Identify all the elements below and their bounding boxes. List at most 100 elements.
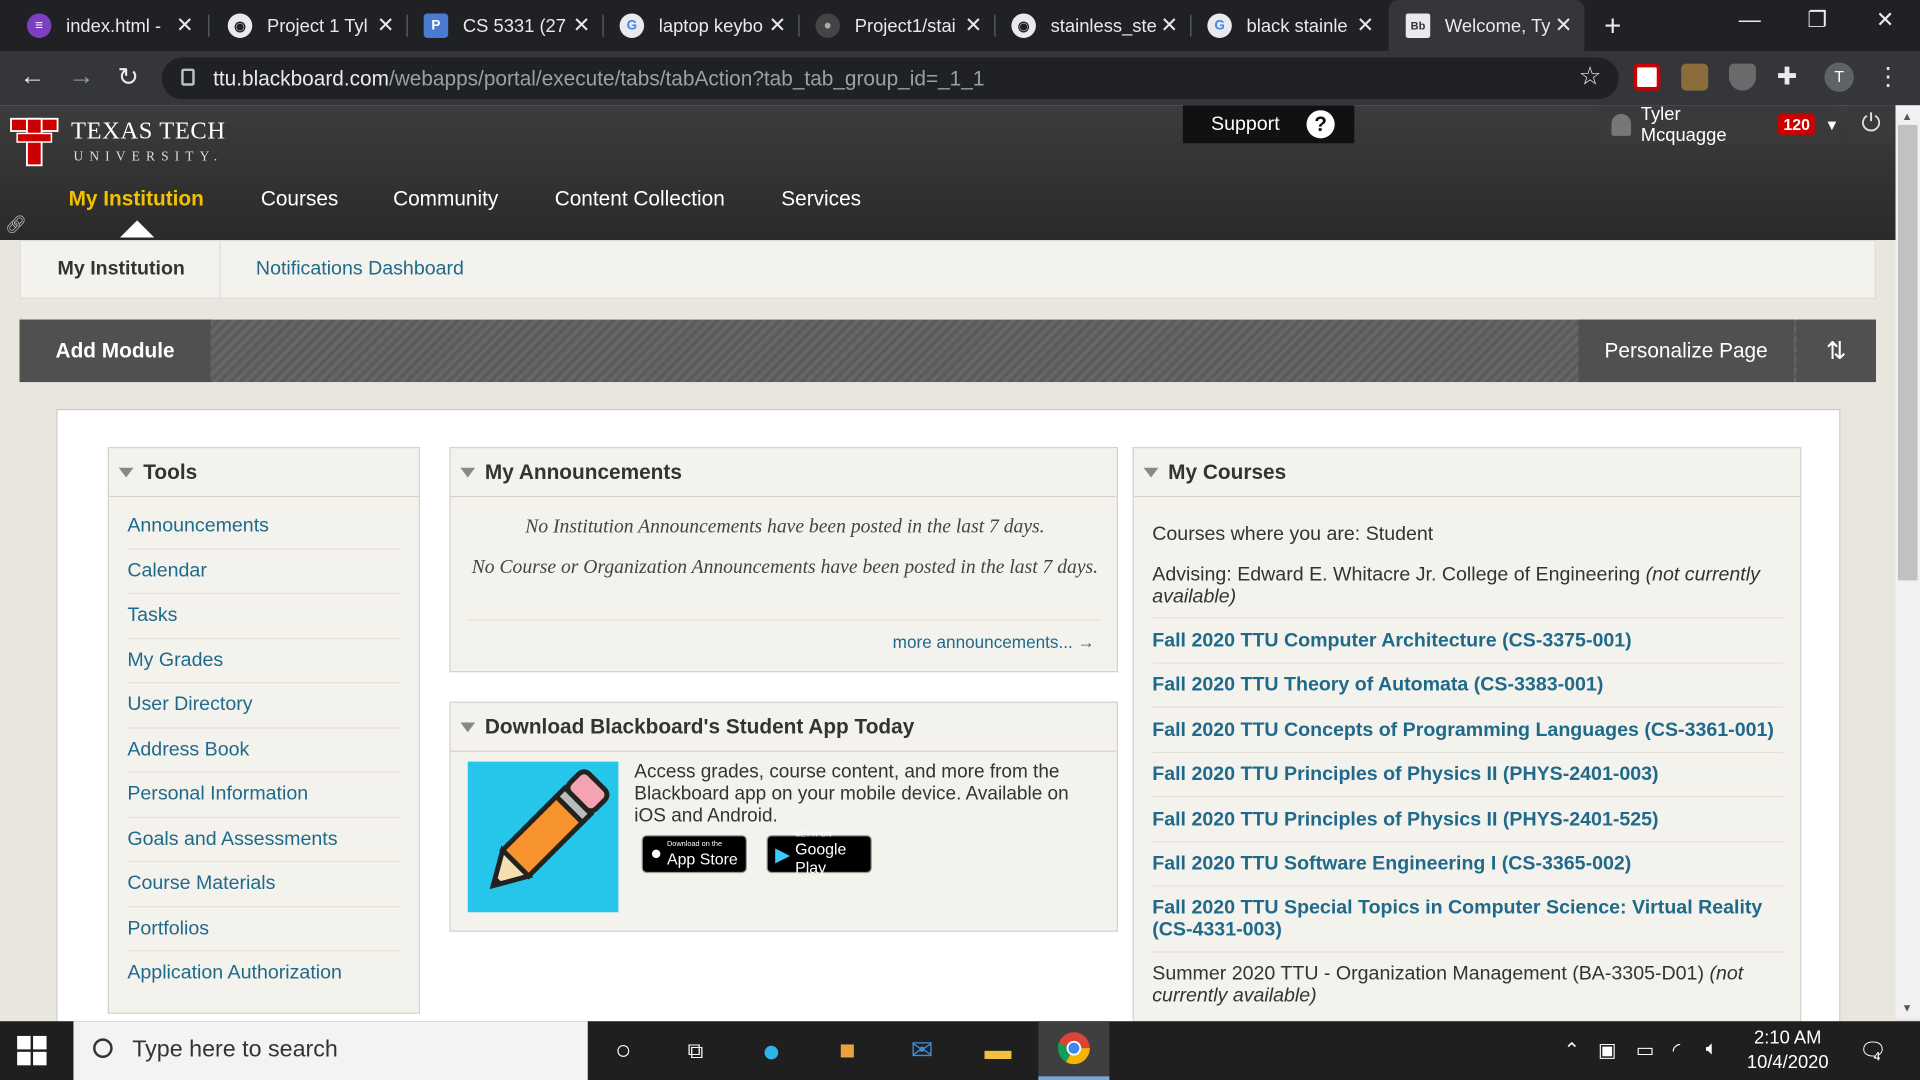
support-button[interactable]: Support ? (1182, 105, 1355, 144)
nav-content-collection[interactable]: Content Collection (555, 187, 725, 211)
chrome-taskbar-button[interactable] (1038, 1021, 1110, 1080)
window-close-icon[interactable]: ✕ (1876, 7, 1894, 33)
tool-link[interactable]: Goals and Assessments (127, 817, 401, 863)
add-module-button[interactable]: Add Module (19, 319, 211, 383)
wifi-icon[interactable]: ◜ (1673, 1038, 1681, 1062)
student-app-module-header[interactable]: Download Blackboard's Student App Today (450, 703, 1117, 752)
more-announcements-link[interactable]: more announcements... → (893, 632, 1095, 652)
course-link[interactable]: Fall 2020 TTU Principles of Physics II (… (1152, 809, 1783, 831)
pocket-extension-icon[interactable] (1633, 63, 1661, 91)
tool-link[interactable]: Personal Information (127, 773, 401, 818)
close-icon[interactable]: ✕ (1161, 13, 1178, 37)
course-link[interactable]: Fall 2020 TTU Theory of Automata (CS-338… (1152, 675, 1783, 697)
tool-link[interactable]: Course Materials (127, 862, 401, 907)
reorder-icon[interactable]: ⇅ (1796, 319, 1876, 383)
collapse-triangle-icon[interactable] (1143, 467, 1159, 477)
close-icon[interactable]: ✕ (377, 13, 394, 37)
new-tab-icon[interactable]: + (1604, 10, 1621, 44)
p-icon: P (423, 13, 449, 38)
kebab-menu-icon[interactable]: ⋮ (1876, 61, 1903, 91)
tools-list: Announcements Calendar Tasks My Grades U… (109, 497, 419, 996)
browser-tab[interactable]: P CS 5331 (27 ✕ (407, 0, 603, 51)
browser-tab[interactable]: G black stainle ✕ (1190, 0, 1386, 51)
tab-label: index.html - (66, 15, 162, 37)
nav-my-institution[interactable]: My Institution (69, 187, 204, 211)
link-icon[interactable]: 🔗︎ (5, 214, 27, 235)
close-icon[interactable]: ✕ (965, 13, 982, 37)
close-icon[interactable]: ✕ (1555, 13, 1572, 37)
close-icon[interactable]: ✕ (573, 13, 590, 37)
edge-icon[interactable]: ● (753, 1032, 790, 1069)
my-courses-module-header[interactable]: My Courses (1133, 448, 1801, 498)
course-link[interactable]: Fall 2020 TTU Concepts of Programming La… (1152, 720, 1783, 742)
scrollbar-thumb[interactable] (1897, 124, 1918, 581)
profile-avatar[interactable]: T (1824, 62, 1854, 92)
battery-icon[interactable]: ▭ (1636, 1038, 1655, 1062)
file-explorer-icon[interactable]: ▬ (980, 1033, 1017, 1067)
store-icon[interactable]: ■ (829, 1033, 866, 1067)
reload-icon[interactable]: ↻ (118, 62, 140, 93)
address-bar[interactable]: ttu.blackboard.com/webapps/portal/execut… (161, 57, 1619, 100)
ttu-logo[interactable] (10, 115, 59, 175)
google-play-button[interactable]: ▶ GET IT ON Google Play (766, 831, 872, 877)
taskbar-search-input[interactable]: Type here to search (73, 1021, 588, 1080)
course-link[interactable]: Fall 2020 TTU Software Engineering I (CS… (1152, 853, 1783, 875)
mail-icon[interactable]: ✉ (904, 1033, 941, 1067)
browser-tab[interactable]: G laptop keybo ✕ (602, 0, 798, 51)
nav-courses[interactable]: Courses (261, 187, 339, 211)
app-store-button[interactable]: ● Download on the App Store (641, 835, 747, 874)
collapse-triangle-icon[interactable] (460, 467, 476, 477)
restore-icon[interactable]: ❐ (1807, 7, 1827, 33)
scroll-up-arrow-icon[interactable]: ▲ (1902, 110, 1913, 122)
shield-extension-icon[interactable] (1728, 63, 1756, 91)
browser-tab[interactable]: ● Project1/stai ✕ (798, 0, 994, 51)
mail-extension-icon[interactable] (1681, 63, 1709, 91)
nav-services[interactable]: Services (781, 187, 861, 211)
subtab-notifications-dashboard[interactable]: Notifications Dashboard (256, 258, 464, 280)
tool-link[interactable]: Application Authorization (127, 951, 400, 996)
tray-chevron-up-icon[interactable]: ⌃ (1564, 1038, 1580, 1062)
pencil-icon (489, 769, 610, 890)
tray-defender-icon[interactable]: ▣ (1598, 1038, 1617, 1062)
close-icon[interactable]: ✕ (176, 13, 193, 37)
action-center-icon[interactable]: 🗨︎ 4 (1859, 1038, 1887, 1064)
course-link[interactable]: Fall 2020 TTU Principles of Physics II (… (1152, 764, 1783, 786)
windows-start-icon[interactable] (17, 1035, 47, 1066)
page-scrollbar[interactable]: ▲ ▼ (1895, 105, 1920, 1019)
collapse-triangle-icon[interactable] (460, 721, 476, 732)
tool-link[interactable]: Address Book (127, 728, 401, 773)
browser-tab[interactable]: ◉ stainless_ste ✕ (994, 0, 1190, 51)
cortana-icon[interactable]: ○ (605, 1033, 642, 1067)
minimize-icon[interactable]: — (1739, 7, 1761, 33)
back-icon[interactable]: ← (20, 62, 46, 91)
tool-link[interactable]: Tasks (127, 594, 401, 639)
close-icon[interactable]: ✕ (769, 13, 786, 37)
personalize-page-button[interactable]: Personalize Page (1578, 319, 1794, 383)
logout-power-icon[interactable]: ⏻ (1847, 105, 1895, 144)
nav-community[interactable]: Community (393, 187, 498, 211)
my-courses-title: My Courses (1168, 459, 1287, 484)
tool-link[interactable]: Announcements (127, 504, 401, 550)
user-menu[interactable]: Tyler Mcquagge 120 ▼ (1599, 103, 1840, 145)
puzzle-extensions-icon[interactable]: ✚ (1777, 61, 1804, 91)
subtab-my-institution[interactable]: My Institution (58, 258, 185, 280)
course-link[interactable]: Fall 2020 TTU Special Topics in Computer… (1152, 898, 1783, 942)
browser-tab[interactable]: ◉ Project 1 Tyl ✕ (211, 0, 407, 51)
browser-tab[interactable]: ≡ index.html - ✕ (10, 0, 206, 51)
close-icon[interactable]: ✕ (1356, 13, 1373, 37)
volume-icon[interactable]: 🔈︎ (1706, 1038, 1718, 1060)
scroll-down-arrow-icon[interactable]: ▼ (1902, 1002, 1913, 1014)
collapse-triangle-icon[interactable] (118, 467, 134, 477)
tool-link[interactable]: Portfolios (127, 907, 401, 952)
forward-icon[interactable]: → (69, 62, 95, 91)
announcements-module-header[interactable]: My Announcements (450, 448, 1117, 498)
tools-module-header[interactable]: Tools (108, 448, 419, 498)
course-link[interactable]: Fall 2020 TTU Computer Architecture (CS-… (1152, 631, 1783, 653)
tool-link[interactable]: Calendar (127, 549, 401, 594)
tool-link[interactable]: User Directory (127, 683, 401, 728)
browser-tab-active[interactable]: Bb Welcome, Ty ✕ (1388, 0, 1585, 52)
tool-link[interactable]: My Grades (127, 639, 401, 684)
bookmark-star-icon[interactable]: ☆ (1579, 61, 1602, 92)
task-view-icon[interactable]: ⧉ (677, 1033, 714, 1067)
system-clock[interactable]: 2:10 AM 10/4/2020 (1739, 1026, 1837, 1075)
